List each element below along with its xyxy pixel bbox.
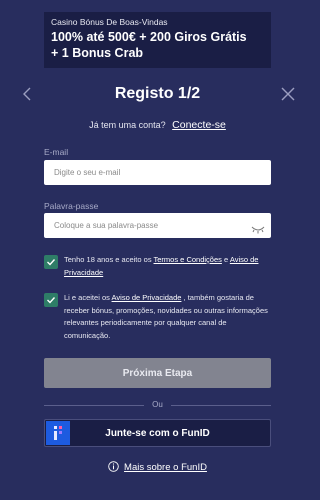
next-step-button[interactable]: Próxima Etapa	[44, 358, 271, 388]
terms-conditions-link[interactable]: Termos e Condições	[154, 255, 222, 264]
password-label: Palavra-passe	[44, 201, 99, 211]
terms-consent-text: Tenho 18 anos e aceito os Termos e Condi…	[64, 254, 269, 279]
promo-subtitle: Casino Bónus De Boas-Vindas	[51, 17, 168, 27]
eye-closed-icon[interactable]	[251, 221, 265, 234]
checkmark-icon	[47, 259, 56, 266]
funid-join-button[interactable]: Junte-se com o FunID	[44, 419, 271, 447]
divider-right	[171, 405, 271, 406]
email-field-container	[44, 160, 271, 185]
checkmark-icon	[47, 297, 56, 304]
more-about-funid-link[interactable]: Mais sobre o FunID	[124, 462, 207, 473]
close-icon[interactable]	[280, 86, 296, 102]
email-field[interactable]	[54, 168, 261, 177]
marketing-checkbox[interactable]	[44, 293, 58, 307]
funid-button-label: Junte-se com o FunID	[105, 427, 210, 439]
login-question: Já tem uma conta?	[89, 120, 166, 130]
promo-title-line-2: + 1 Bonus Crab	[51, 46, 144, 60]
terms-text-mid: e	[221, 255, 230, 264]
page-title: Registo 1/2	[114, 85, 201, 102]
info-icon	[108, 461, 119, 475]
marketing-consent-text: Li e aceitei os Aviso de Privacidade , t…	[64, 292, 269, 342]
login-prompt: Já tem uma conta? Conecte-se	[0, 119, 315, 131]
login-link[interactable]: Conecte-se	[172, 119, 226, 131]
marketing-text-prefix: Li e aceitei os	[64, 293, 112, 302]
promo-title: 100% até 500€ + 200 Giros Grátis + 1 Bon…	[51, 29, 264, 61]
marketing-privacy-link[interactable]: Aviso de Privacidade	[112, 293, 182, 302]
promo-title-line-1: 100% até 500€ + 200 Giros Grátis	[51, 30, 247, 44]
email-label: E-mail	[44, 147, 69, 157]
promo-banner: Casino Bónus De Boas-Vindas 100% até 500…	[44, 12, 271, 68]
more-about-funid[interactable]: Mais sobre o FunID	[0, 461, 315, 475]
terms-text-prefix: Tenho 18 anos e aceito os	[64, 255, 154, 264]
password-field-container	[44, 213, 271, 238]
terms-checkbox[interactable]	[44, 255, 58, 269]
password-field[interactable]	[54, 221, 261, 230]
